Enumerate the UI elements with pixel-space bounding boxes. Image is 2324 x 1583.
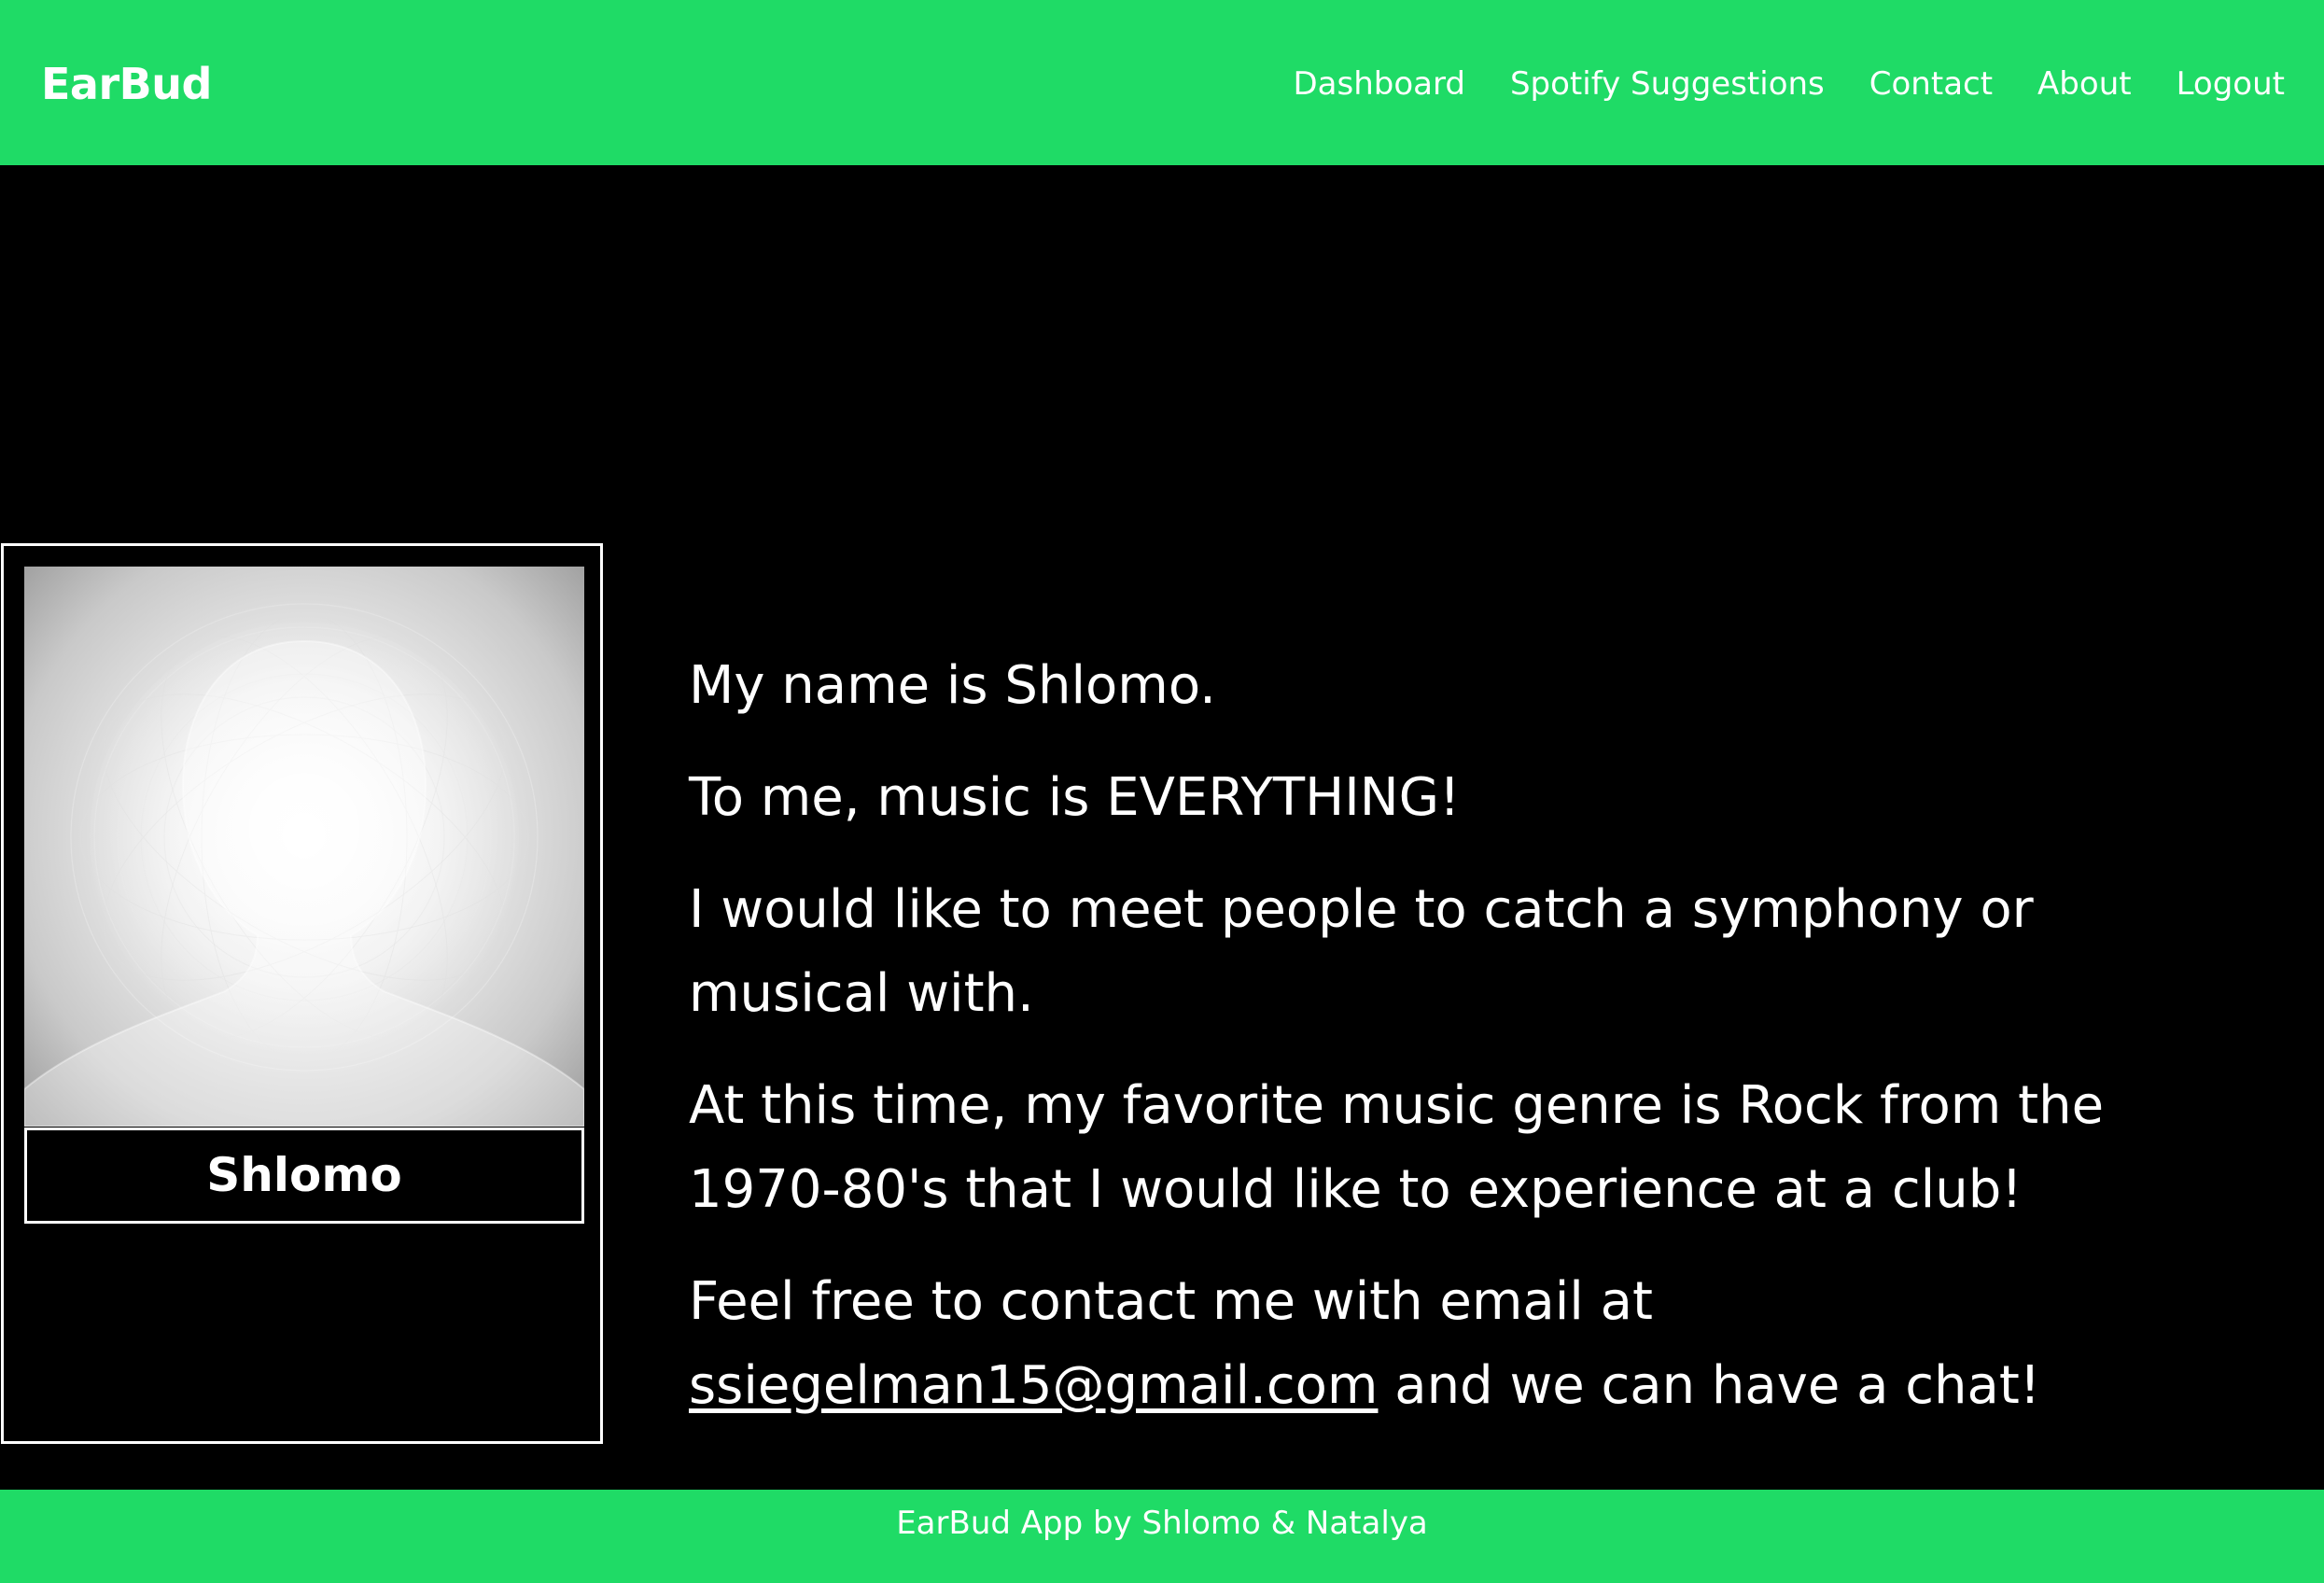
top-navbar: EarBud Dashboard Spotify Suggestions Con… [0, 0, 2324, 165]
footer-text: EarBud App by Shlomo & Natalya [896, 1505, 1428, 1542]
bio-contact-suffix: and we can have a chat! [1394, 1355, 2041, 1416]
nav-spotify-suggestions-link[interactable]: Spotify Suggestions [1510, 58, 1825, 110]
page-footer: EarBud App by Shlomo & Natalya [0, 1490, 2324, 1583]
default-avatar-silhouette-icon [24, 567, 584, 1127]
nav-logout-link[interactable]: Logout [2177, 58, 2285, 110]
avatar-silhouette-graphic [24, 603, 584, 1127]
nav-contact-link[interactable]: Contact [1869, 58, 1993, 110]
brand-logo-link[interactable]: EarBud [41, 54, 212, 114]
bio-name-line: My name is Shlomo. [689, 655, 1216, 716]
bio-meet-line: I would like to meet people to catch a s… [689, 879, 2034, 1024]
bio-contact-prefix: Feel free to contact me with email at [689, 1271, 1653, 1332]
nav-dashboard-link[interactable]: Dashboard [1293, 58, 1464, 110]
profile-name-label: Shlomo [24, 1128, 584, 1224]
profile-card: Shlomo [1, 543, 603, 1444]
nav-about-link[interactable]: About [2037, 58, 2132, 110]
bio-genre-line: At this time, my favorite music genre is… [689, 1075, 2105, 1220]
bio-section: My name is Shlomo. To me, music is EVERY… [689, 644, 2219, 1456]
nav-links: Dashboard Spotify Suggestions Contact Ab… [1293, 58, 2285, 110]
email-link[interactable]: ssiegelman15@gmail.com [689, 1355, 1378, 1416]
bio-music-line: To me, music is EVERYTHING! [689, 767, 1461, 828]
bio-contact-line: Feel free to contact me with email at ssi… [689, 1260, 2219, 1428]
